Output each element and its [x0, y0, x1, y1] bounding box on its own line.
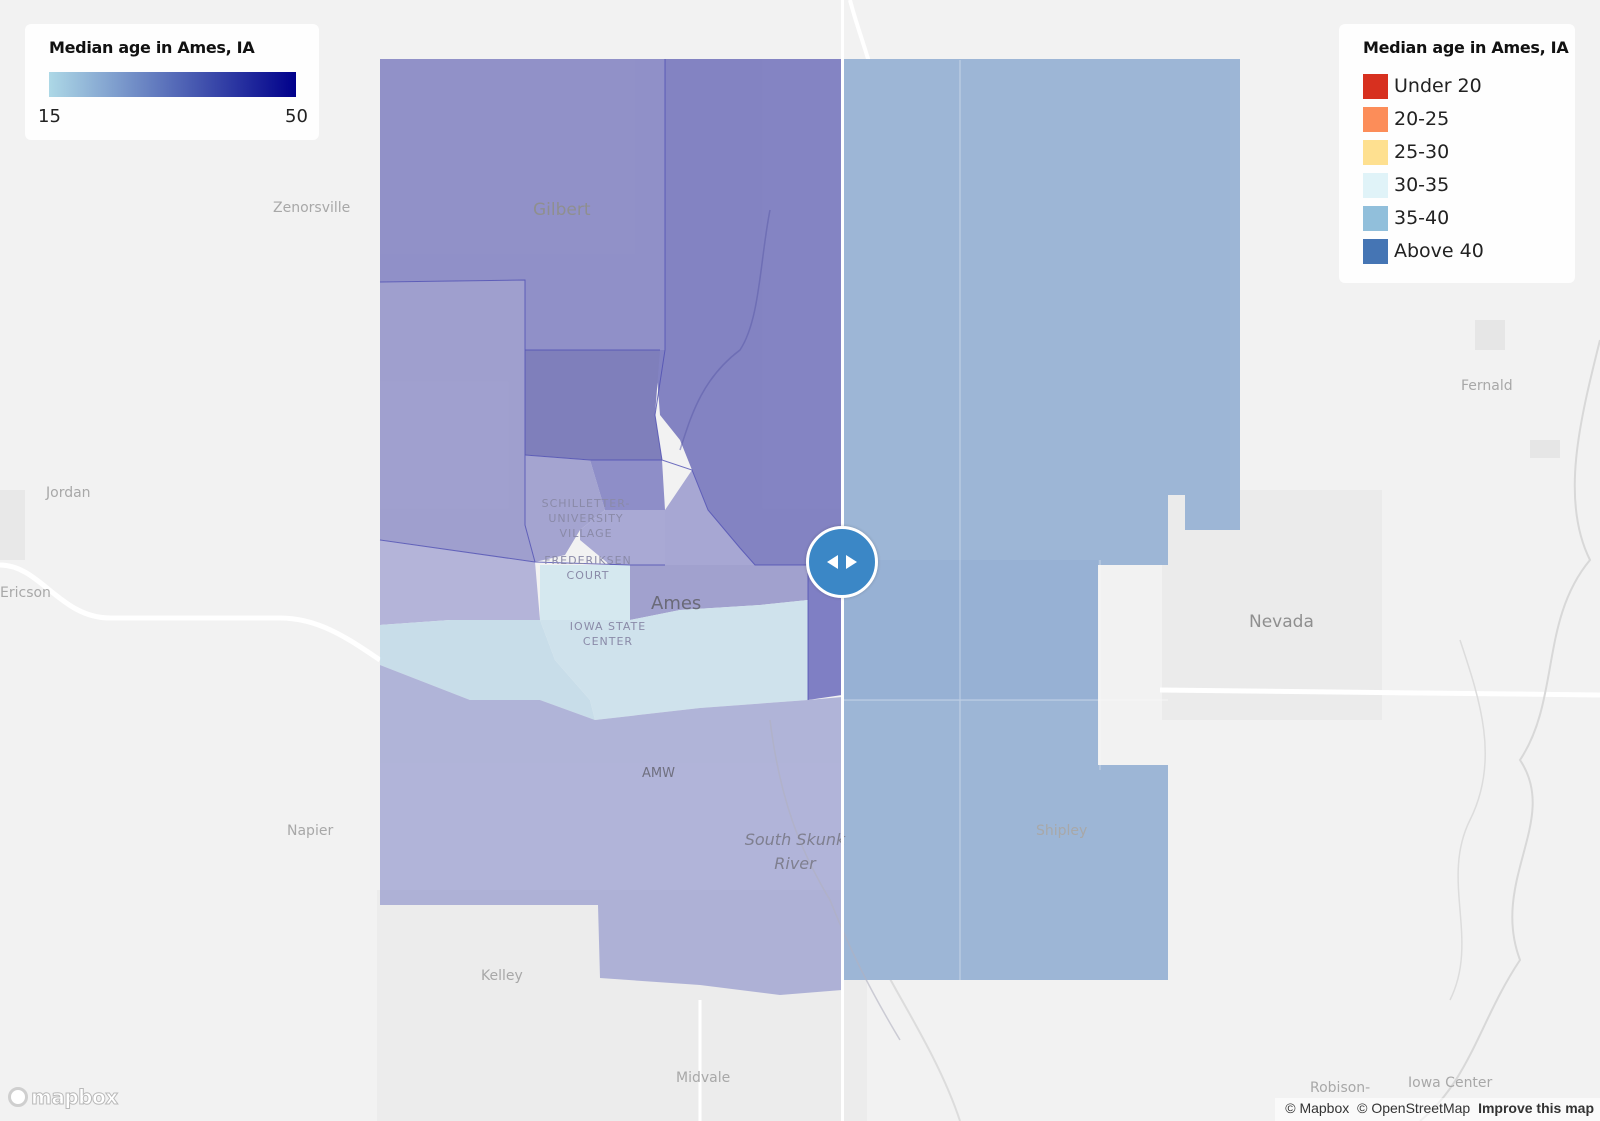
mapbox-logo[interactable]: mapbox — [8, 1085, 119, 1113]
osm-attribution-link[interactable]: © OpenStreetMap — [1357, 1100, 1470, 1116]
right-arrow-icon — [846, 555, 857, 569]
legend-title: Median age in Ames, IA — [1363, 38, 1569, 57]
place-label-robison: Robison- — [1310, 1080, 1371, 1096]
place-label-kelley: Kelley — [481, 968, 523, 984]
place-label-shipley: Shipley — [1036, 823, 1088, 839]
gradient-min-label: 15 — [38, 106, 61, 127]
legend-label: Under 20 — [1394, 75, 1482, 97]
legend-swatch — [1363, 107, 1388, 132]
legend-title: Median age in Ames, IA — [49, 38, 255, 57]
place-label-midvale: Midvale — [676, 1070, 731, 1086]
map-container[interactable]: Zenorsville Gilbert Jordan Ericson SCHIL… — [0, 0, 1600, 1121]
legend-gradient: Median age in Ames, IA 15 50 — [25, 24, 319, 140]
legend-label: Above 40 — [1394, 240, 1484, 262]
airport-label: AMW — [642, 766, 675, 781]
place-label-fernald: Fernald — [1461, 378, 1513, 394]
poi-label-fredericksen: FREDERIKSEN COURT — [544, 554, 632, 582]
place-label-zenorsville: Zenorsville — [273, 200, 351, 216]
left-arrow-icon — [827, 555, 838, 569]
place-label-ames: Ames — [651, 593, 702, 614]
legend-classes: Median age in Ames, IA Under 20 20-25 25… — [1339, 24, 1575, 283]
gradient-max-label: 50 — [285, 106, 308, 127]
compare-slider-handle[interactable] — [806, 526, 878, 598]
poi-label-schilletter: SCHILLETTER-UNIVERSITY VILLAGE — [541, 497, 631, 540]
mapbox-logo-text: mapbox — [31, 1085, 119, 1110]
river-label: South Skunk River — [744, 830, 846, 873]
mapbox-attribution-link[interactable]: © Mapbox — [1285, 1100, 1349, 1116]
legend-swatch — [1363, 173, 1388, 198]
legend-swatch — [1363, 206, 1388, 231]
legend-label: 20-25 — [1394, 108, 1450, 130]
legend-label: 35-40 — [1394, 207, 1450, 229]
mapbox-logo-icon — [8, 1087, 28, 1107]
legend-swatch — [1363, 74, 1388, 99]
place-label-iowa-center: Iowa Center — [1408, 1075, 1493, 1091]
legend-label: 30-35 — [1394, 174, 1450, 196]
improve-map-link[interactable]: Improve this map — [1478, 1100, 1594, 1116]
legend-swatch — [1363, 140, 1388, 165]
legend-label: 25-30 — [1394, 141, 1450, 163]
place-label-napier: Napier — [287, 823, 334, 839]
place-label-ericson: Ericson — [0, 585, 51, 601]
attribution-bar: © Mapbox © OpenStreetMap Improve this ma… — [1275, 1098, 1600, 1121]
place-label-jordan: Jordan — [46, 485, 91, 501]
gradient-color-bar — [49, 72, 296, 97]
poi-label-iowa-state-center: IOWA STATE CENTER — [569, 620, 647, 648]
place-label-gilbert: Gilbert — [533, 200, 591, 220]
legend-swatch — [1363, 239, 1388, 264]
place-label-nevada: Nevada — [1249, 612, 1314, 632]
